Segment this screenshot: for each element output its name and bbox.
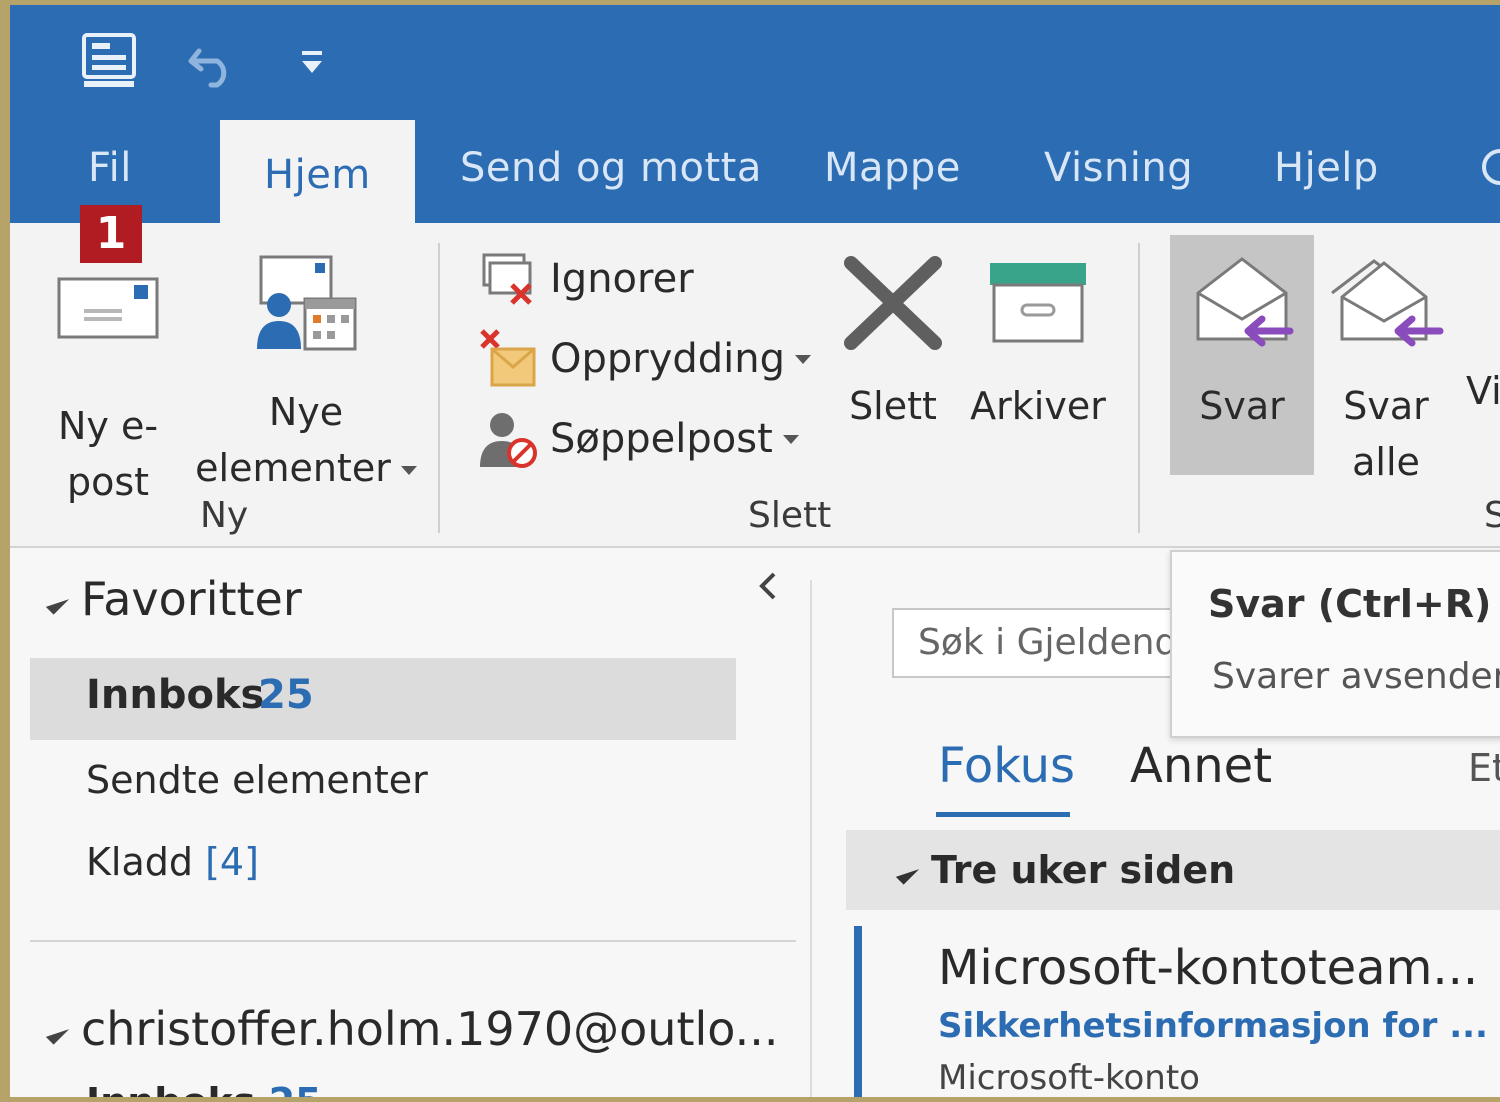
reply-tooltip: Svar (Ctrl+R) Svarer avsender xyxy=(1170,550,1500,738)
delete-label: Slett xyxy=(849,384,937,428)
archive-button[interactable]: Arkiver xyxy=(968,253,1108,434)
group-label-respond: S xyxy=(1484,495,1500,536)
inbox-unread-count: 25 xyxy=(258,672,314,718)
focused-tab-underline xyxy=(936,812,1070,817)
reply-button[interactable]: Svar xyxy=(1170,253,1314,434)
title-bar: Fil Hjem Send og motta Mappe Visning Hje… xyxy=(10,5,1500,223)
folder-item-inbox[interactable]: Innboks 25 xyxy=(30,658,736,740)
undo-icon[interactable] xyxy=(185,33,241,89)
message-sender: Microsoft-kontoteam... xyxy=(938,940,1479,996)
group-header-row[interactable]: Tre uker siden xyxy=(846,830,1500,910)
collapse-pane-icon[interactable] xyxy=(756,568,780,609)
reply-icon xyxy=(1196,257,1294,347)
account-inbox-item[interactable]: Innboks 25 xyxy=(86,1080,322,1097)
tab-file[interactable]: Fil xyxy=(88,145,132,195)
folder-item-drafts[interactable]: Kladd [4] xyxy=(86,840,259,884)
dropdown-caret-icon xyxy=(400,466,417,475)
cleanup-icon xyxy=(478,327,542,391)
delete-button[interactable]: Slett xyxy=(838,253,948,434)
tab-view[interactable]: Visning xyxy=(1044,145,1193,195)
cleanup-button[interactable]: Opprydding xyxy=(478,327,812,391)
collapse-triangle-icon xyxy=(45,590,70,615)
forward-button[interactable]: Vi xyxy=(1466,363,1500,419)
folder-item-sent[interactable]: Sendte elementer xyxy=(86,758,428,802)
drafts-count: [4] xyxy=(205,840,259,884)
ribbon: 1 Ny e- post Nye elementer Ny Ignorer Op… xyxy=(10,205,1500,548)
group-header-label: Tre uker siden xyxy=(895,848,1235,892)
message-preview: Microsoft-konto xyxy=(938,1058,1200,1097)
reply-all-button[interactable]: Svar alle xyxy=(1326,253,1446,490)
archive-label: Arkiver xyxy=(970,384,1106,428)
tab-help[interactable]: Hjelp xyxy=(1274,145,1379,195)
ignore-icon xyxy=(478,247,542,311)
message-item[interactable]: Microsoft-kontoteam... Sikkerhetsinforma… xyxy=(846,926,1500,1097)
folder-divider xyxy=(30,940,796,942)
junk-icon xyxy=(478,407,542,471)
outlook-window: Fil Hjem Send og motta Mappe Visning Hje… xyxy=(10,5,1500,1097)
dropdown-caret-icon xyxy=(795,354,812,364)
favorites-header[interactable]: Favoritter xyxy=(45,572,302,626)
archive-icon xyxy=(990,263,1086,343)
tab-folder[interactable]: Mappe xyxy=(824,145,961,195)
step-badge: 1 xyxy=(80,205,142,263)
new-email-label-2: post xyxy=(66,460,150,504)
reply-all-label-1: Svar xyxy=(1343,384,1429,428)
new-items-button[interactable]: Nye elementer xyxy=(186,253,426,496)
reply-all-label-2: alle xyxy=(1352,440,1420,484)
customize-qat-icon[interactable] xyxy=(298,33,326,89)
envelope-icon xyxy=(57,277,159,339)
tooltip-title: Svar (Ctrl+R) xyxy=(1208,582,1492,626)
folder-pane: Favoritter Innboks 25 Sendte elementer K… xyxy=(10,550,810,1097)
reply-label: Svar xyxy=(1199,384,1285,428)
dropdown-caret-icon xyxy=(782,434,799,444)
tell-me-icon[interactable] xyxy=(1476,145,1500,206)
collapse-triangle-icon xyxy=(45,1020,70,1045)
tab-send-receive[interactable]: Send og motta xyxy=(460,145,762,195)
tab-focused[interactable]: Fokus xyxy=(938,738,1075,794)
junk-label: Søppelpost xyxy=(550,416,773,462)
account-header[interactable]: christoffer.holm.1970@outlo... xyxy=(45,1002,778,1056)
unread-indicator xyxy=(854,926,862,1097)
ignore-button[interactable]: Ignorer xyxy=(478,247,694,311)
search-box[interactable]: Søk i Gjeldend xyxy=(892,608,1192,678)
collapse-triangle-icon xyxy=(895,860,920,885)
message-subject: Sikkerhetsinformasjon for ... xyxy=(938,1006,1488,1046)
new-email-label-1: Ny e- xyxy=(57,404,159,448)
group-label-delete: Slett xyxy=(748,495,832,536)
new-items-icon xyxy=(257,255,357,351)
cleanup-label: Opprydding xyxy=(550,336,786,382)
tooltip-body: Svarer avsender xyxy=(1212,656,1500,697)
inbox-label: Innboks xyxy=(86,672,265,718)
reply-all-icon xyxy=(1331,259,1444,347)
filter-dropdown[interactable]: Et xyxy=(1468,746,1500,790)
new-items-label-1: Nye xyxy=(268,390,344,434)
group-separator xyxy=(1138,243,1140,533)
new-email-button[interactable]: Ny e- post xyxy=(40,263,176,510)
junk-button[interactable]: Søppelpost xyxy=(478,407,799,471)
outlook-forms-icon[interactable] xyxy=(78,33,142,89)
search-input[interactable]: Søk i Gjeldend xyxy=(918,622,1177,663)
ignore-label: Ignorer xyxy=(550,256,694,302)
tab-home[interactable]: Hjem xyxy=(220,120,415,223)
new-items-label-2: elementer xyxy=(186,440,426,496)
delete-x-icon xyxy=(844,256,942,350)
group-separator xyxy=(438,243,440,533)
group-label-new: Ny xyxy=(200,495,249,536)
tab-other[interactable]: Annet xyxy=(1130,738,1272,794)
